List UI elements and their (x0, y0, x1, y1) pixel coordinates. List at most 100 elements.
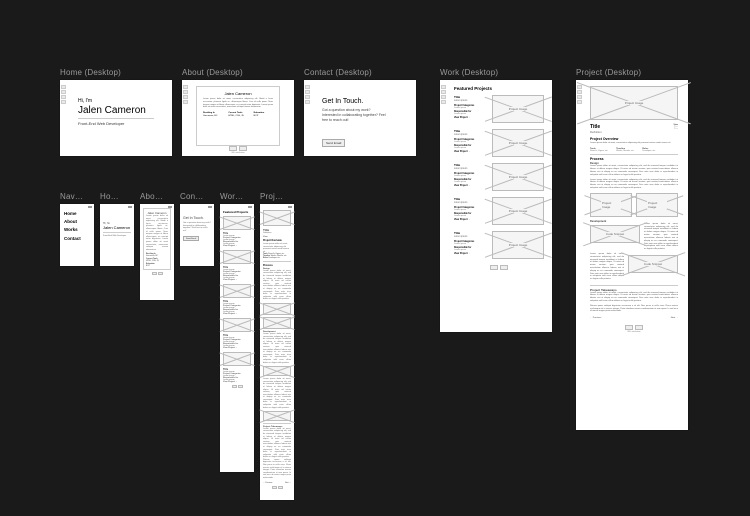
frame-about-mobile[interactable]: Jalen Cameron Lorem ipsum dolor sit amet… (140, 204, 174, 300)
frame-label-contact-mobile: Con… (180, 192, 203, 201)
social-link[interactable] (500, 265, 508, 270)
project-card[interactable]: Title Lorem ipsum Project CategoriesLore… (454, 129, 544, 157)
frame-contact-mobile[interactable]: Get In Touch. Got a question about my wo… (180, 204, 214, 266)
send-email-button[interactable]: Send Email (322, 139, 345, 147)
project-thumbnail: Project Image (492, 129, 544, 157)
project-card[interactable]: Title Lorem ipsum Project CategoriesLore… (454, 163, 544, 191)
frame-project-mobile[interactable]: Title Definition View Project Overview L… (260, 204, 294, 500)
menu-icon[interactable] (88, 206, 93, 208)
frame-label-home-desktop: Home (Desktop) (60, 68, 121, 77)
frame-label-nav-mobile: Nav… (60, 192, 83, 201)
hero-role: Front-End Web Developer (78, 121, 154, 126)
design-canvas[interactable]: Home (Desktop) Hi, I'm Jalen Cameron Fro… (0, 0, 750, 516)
frame-home-desktop[interactable]: Hi, I'm Jalen Cameron Front-End Web Deve… (60, 80, 172, 156)
social-link[interactable] (490, 265, 498, 270)
contact-sub: Got a question about my work? Interested… (322, 108, 386, 123)
nav-dot[interactable] (305, 100, 310, 104)
project-card[interactable]: Title Lorem ipsum Project Categories Lor… (454, 95, 544, 123)
nav-about[interactable]: About (64, 218, 90, 225)
about-body: Lorem ipsum dolor sit amet, consectetur … (203, 98, 273, 109)
frame-label-project-desktop: Project (Desktop) (576, 68, 641, 77)
project-card[interactable]: Title Lorem ipsum Project CategoriesLore… (454, 231, 544, 259)
hero-name: Jalen Cameron (78, 105, 154, 116)
sidebar-nav (441, 81, 447, 331)
frame-label-work-desktop: Work (Desktop) (440, 68, 498, 77)
nav-dot[interactable] (441, 100, 446, 104)
nav-dot[interactable] (61, 90, 66, 94)
project-card[interactable]: Title Lorem ipsum Project CategoriesLore… (223, 318, 251, 349)
sidebar-nav (577, 81, 583, 429)
nav-dot[interactable] (305, 95, 310, 99)
sidebar-nav (61, 81, 67, 155)
nav-works[interactable]: Works (64, 226, 90, 233)
nav-dot[interactable] (183, 100, 188, 104)
frame-contact-desktop[interactable]: Get In Touch. Got a question about my wo… (304, 80, 416, 156)
frame-home-mobile[interactable]: Hi, I'm Jalen Cameron Front-End Web Deve… (100, 204, 134, 266)
nav-dot[interactable] (183, 85, 188, 89)
greeting-text: Hi, I'm (78, 98, 154, 104)
menu-icon[interactable] (208, 206, 213, 208)
frame-label-home-mobile: Ho… (100, 192, 119, 201)
frame-label-about-mobile: Abo… (140, 192, 163, 201)
project-card[interactable]: Title Lorem ipsum Project CategoriesLore… (223, 352, 251, 383)
featured-heading: Featured Projects (454, 86, 544, 91)
code-snippet: Code Snippet (590, 225, 640, 243)
design-image: Project Image (636, 193, 678, 217)
frame-label-project-mobile: Proj… (260, 192, 283, 201)
nav-dot[interactable] (577, 100, 582, 104)
frame-work-mobile[interactable]: Featured Projects Title Lorem ipsum Proj… (220, 204, 254, 472)
menu-icon[interactable] (248, 206, 253, 208)
nav-dot[interactable] (183, 95, 188, 99)
social-link[interactable] (625, 325, 633, 330)
nav-dot[interactable] (441, 85, 446, 89)
menu-icon[interactable] (288, 206, 293, 208)
social-link[interactable] (239, 146, 247, 151)
frame-label-about-desktop: About (Desktop) (182, 68, 243, 77)
nav-dot[interactable] (61, 85, 66, 89)
view-project-link[interactable]: View Project → (454, 117, 488, 119)
nav-dot[interactable] (305, 90, 310, 94)
project-thumbnail: Project Image (492, 197, 544, 225)
frame-about-desktop[interactable]: Jalen Cameron Lorem ipsum dolor sit amet… (182, 80, 294, 156)
social-link[interactable] (229, 146, 237, 151)
project-thumbnail: Project Image (492, 163, 544, 191)
view-project-link[interactable]: View Project → (454, 219, 488, 221)
frame-project-desktop[interactable]: Project Image Title Definition View ⎋ — … (576, 80, 688, 430)
about-title: Jalen Cameron (203, 91, 273, 96)
nav-dot[interactable] (441, 90, 446, 94)
view-links[interactable]: View ⎋ — ⎋ — (673, 124, 678, 130)
send-email-button[interactable]: Send Email (183, 236, 199, 241)
hero-image (263, 210, 291, 226)
view-project-link[interactable]: View Project → (454, 185, 488, 187)
frame-label-work-mobile: Wor… (220, 192, 243, 201)
nav-dot[interactable] (441, 95, 446, 99)
nav-home[interactable]: Home (64, 210, 90, 217)
nav-dot[interactable] (61, 100, 66, 104)
social-link[interactable] (635, 325, 643, 330)
nav-dot[interactable] (183, 90, 188, 94)
nav-dot[interactable] (61, 95, 66, 99)
design-image: Project Image (590, 193, 632, 217)
view-project-link[interactable]: View Project → (454, 151, 488, 153)
project-card[interactable]: Title Lorem ipsum Project CategoriesLore… (223, 216, 251, 247)
project-thumbnail: Project Image (492, 95, 544, 123)
project-thumbnail: Project Image (492, 231, 544, 259)
view-project-link[interactable]: View Project → (454, 253, 488, 255)
next-project-link[interactable]: Next → (671, 317, 678, 319)
nav-dot[interactable] (577, 95, 582, 99)
nav-dot[interactable] (305, 85, 310, 89)
menu-icon[interactable] (128, 206, 133, 208)
menu-icon[interactable] (168, 206, 173, 208)
frame-nav-mobile[interactable]: Home About Works Contact (60, 204, 94, 266)
contact-heading: Get In Touch. (322, 98, 386, 105)
project-card[interactable]: Title Lorem ipsum Project CategoriesLore… (454, 197, 544, 225)
hero-image: Project Image (590, 86, 678, 120)
prev-project-link[interactable]: ← Previous (590, 317, 601, 319)
nav-dot[interactable] (577, 90, 582, 94)
nav-contact[interactable]: Contact (64, 235, 90, 242)
nav-dot[interactable] (577, 85, 582, 89)
sidebar-nav (305, 81, 311, 155)
frame-work-desktop[interactable]: Featured Projects Title Lorem ipsum Proj… (440, 80, 552, 332)
project-card[interactable]: Title Lorem ipsum Project CategoriesLore… (223, 250, 251, 281)
project-card[interactable]: Title Lorem ipsum Project CategoriesLore… (223, 284, 251, 315)
